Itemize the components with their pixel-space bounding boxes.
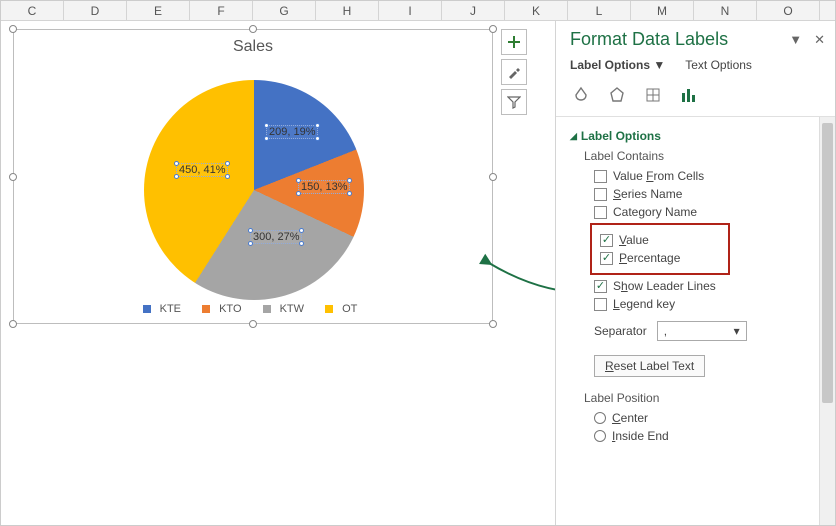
chk-show-leader-lines[interactable]: ✓Show Leader Lines [594, 279, 811, 293]
size-properties-icon[interactable] [642, 84, 664, 106]
col-K[interactable]: K [505, 1, 568, 20]
col-M[interactable]: M [631, 1, 694, 20]
data-label-text: 300, 27% [253, 231, 299, 243]
pane-scrollbar[interactable] [819, 117, 835, 525]
tab-label-options[interactable]: Label Options ▼ [570, 58, 665, 72]
funnel-icon [507, 95, 521, 109]
legend-item: KTE [160, 303, 181, 315]
scrollbar-thumb[interactable] [822, 123, 833, 403]
col-H[interactable]: H [316, 1, 379, 20]
col-I[interactable]: I [379, 1, 442, 20]
tab-text-options[interactable]: Text Options [685, 58, 752, 72]
chk-category-name[interactable]: Category Name [594, 205, 811, 219]
legend-item: OT [342, 303, 357, 315]
chevron-down-icon: ▾ [734, 324, 740, 338]
radio-center[interactable]: Center [594, 411, 811, 425]
chk-value-from-cells[interactable]: Value From Cells [594, 169, 811, 183]
col-J[interactable]: J [442, 1, 505, 20]
pane-menu-icon[interactable]: ▼ [789, 32, 802, 48]
col-O[interactable]: O [757, 1, 820, 20]
chart-legend[interactable]: KTE KTO KTW OT [14, 303, 492, 315]
highlight-box: ✓Value ✓Percentage [590, 223, 730, 275]
col-D[interactable]: D [64, 1, 127, 20]
chart-elements-button[interactable] [501, 29, 527, 55]
chk-legend-key[interactable]: Legend key [594, 297, 811, 311]
data-label-text: 150, 13% [301, 181, 347, 193]
col-G[interactable]: G [253, 1, 316, 20]
label-position-heading: Label Position [584, 391, 811, 405]
col-C[interactable]: C [1, 1, 64, 20]
fill-line-icon[interactable] [570, 84, 592, 106]
col-L[interactable]: L [568, 1, 631, 20]
col-F[interactable]: F [190, 1, 253, 20]
format-pane: Format Data Labels ▼ ✕ Label Options ▼ T… [555, 21, 835, 525]
data-label-kto[interactable]: 150, 13% [298, 180, 350, 194]
data-label-text: 450, 41% [179, 164, 225, 176]
label-options-icon[interactable] [678, 84, 700, 106]
data-label-text: 209, 19% [269, 126, 315, 138]
column-headers: C D E F G H I J K L M N O [1, 1, 835, 21]
data-label-kte[interactable]: 209, 19% [266, 125, 318, 139]
chk-series-name[interactable]: Series Name [594, 187, 811, 201]
col-E[interactable]: E [127, 1, 190, 20]
radio-inside-end[interactable]: Inside End [594, 429, 811, 443]
chk-value[interactable]: ✓Value [600, 233, 724, 247]
legend-item: KTO [219, 303, 241, 315]
chart-side-buttons [501, 29, 527, 115]
effects-icon[interactable] [606, 84, 628, 106]
separator-select[interactable]: , ▾ [657, 321, 747, 341]
reset-label-text-button[interactable]: Reset Label Text [594, 355, 705, 377]
pane-title: Format Data Labels [570, 29, 728, 50]
data-label-ktw[interactable]: 300, 27% [250, 230, 302, 244]
separator-value: , [664, 324, 667, 338]
data-label-ot[interactable]: 450, 41% [176, 163, 228, 177]
col-N[interactable]: N [694, 1, 757, 20]
chart-styles-button[interactable] [501, 59, 527, 85]
section-label-options[interactable]: Label Options [570, 129, 811, 143]
legend-item: KTW [280, 303, 304, 315]
separator-label: Separator [594, 324, 647, 338]
pane-close-icon[interactable]: ✕ [814, 32, 825, 48]
chart-container[interactable]: Sales 209, 19% 150, 13% 300, 27% 450, 41… [13, 29, 493, 324]
chart-filters-button[interactable] [501, 89, 527, 115]
brush-icon [507, 65, 521, 79]
chart-title[interactable]: Sales [14, 38, 492, 56]
chk-percentage[interactable]: ✓Percentage [600, 251, 724, 265]
plus-icon [507, 35, 521, 49]
label-contains-heading: Label Contains [584, 149, 811, 163]
